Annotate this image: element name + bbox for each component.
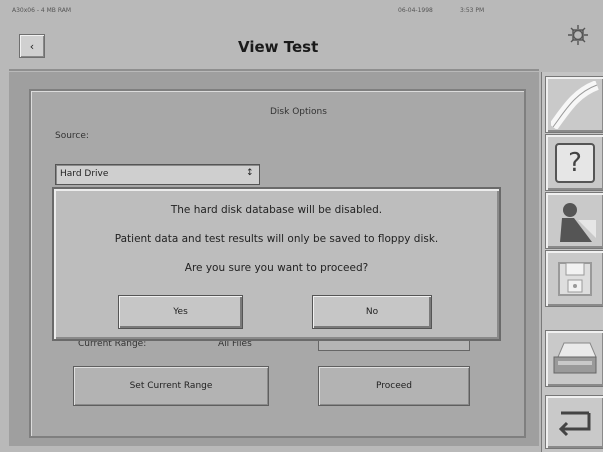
printer-icon [553,342,597,373]
source-dropdown-value: Hard Drive [60,169,109,179]
no-button[interactable]: No [312,295,432,329]
dialog-message-line2: Patient data and test results will only … [114,233,439,245]
proceed-button[interactable]: Proceed [318,366,470,406]
back-arrow-icon: ‹ [29,39,35,53]
dialog-question: Are you sure you want to proceed? [184,262,369,274]
status-device-info: A30x06 - 4 MB RAM [12,7,72,14]
settings-gear-icon[interactable] [566,23,590,47]
status-time: 3:53 PM [460,7,485,14]
print-button[interactable] [545,330,603,387]
return-button[interactable] [545,395,603,449]
yes-button[interactable]: Yes [118,295,243,329]
curve-button[interactable] [545,76,603,133]
disk-options-title: Disk Options [270,107,327,117]
help-icon: ? [555,142,595,183]
source-dropdown[interactable]: Hard Drive ↕ [55,164,260,185]
floppy-disk-icon [558,261,592,296]
dialog-message-line1: The hard disk database will be disabled. [170,204,383,216]
page-title: View Test [238,38,319,56]
help-button[interactable]: ? [545,134,603,191]
floppy-save-button[interactable] [545,250,603,307]
back-button[interactable]: ‹ [19,34,45,58]
curve-icon [551,80,599,129]
set-current-range-button[interactable]: Set Current Range [73,366,269,406]
patient-icon [560,202,596,242]
dropdown-arrow-icon: ↕ [246,168,254,178]
status-date: 06-04-1998 [398,7,433,14]
return-icon [558,411,591,437]
source-label: Source: [55,131,89,141]
header-divider [9,69,539,71]
patient-button[interactable] [545,192,603,249]
